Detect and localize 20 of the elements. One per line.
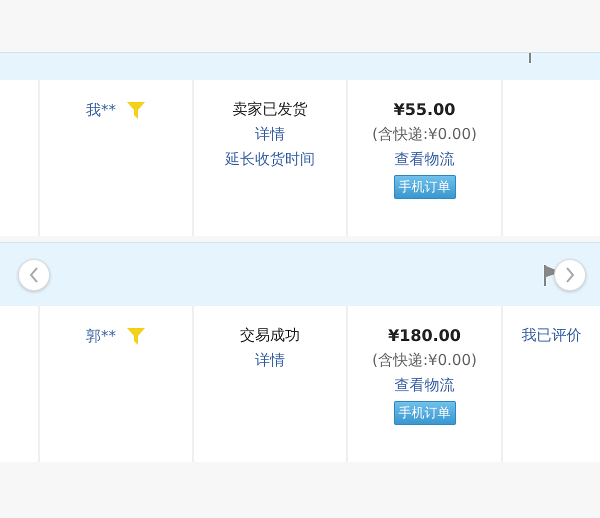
order-status: 卖家已发货 (232, 100, 308, 119)
mobile-order-badge: 手机订单 (394, 175, 456, 199)
logistics-link[interactable]: 查看物流 (394, 376, 454, 395)
mobile-order-badge: 手机订单 (394, 401, 456, 425)
order-status: 交易成功 (240, 326, 300, 345)
order-link[interactable]: 详情 (255, 125, 285, 144)
review-link[interactable]: 我已评价 (522, 326, 582, 345)
next-button[interactable] (554, 258, 586, 290)
order-price: ¥180.00 (388, 326, 461, 345)
order-price: ¥55.00 (394, 100, 456, 119)
buyer-name[interactable]: 我** (86, 100, 116, 120)
filter-icon (126, 326, 146, 346)
logistics-link[interactable]: 查看物流 (394, 150, 454, 169)
order-link[interactable]: 详情 (255, 351, 285, 370)
previous-button[interactable] (18, 258, 50, 290)
shipping-fee: (含快递:¥0.00) (372, 351, 477, 370)
shipping-fee: (含快递:¥0.00) (372, 125, 477, 144)
filter-icon (126, 100, 146, 120)
order-link[interactable]: 延长收货时间 (225, 150, 315, 169)
buyer-name[interactable]: 郭** (86, 326, 116, 346)
